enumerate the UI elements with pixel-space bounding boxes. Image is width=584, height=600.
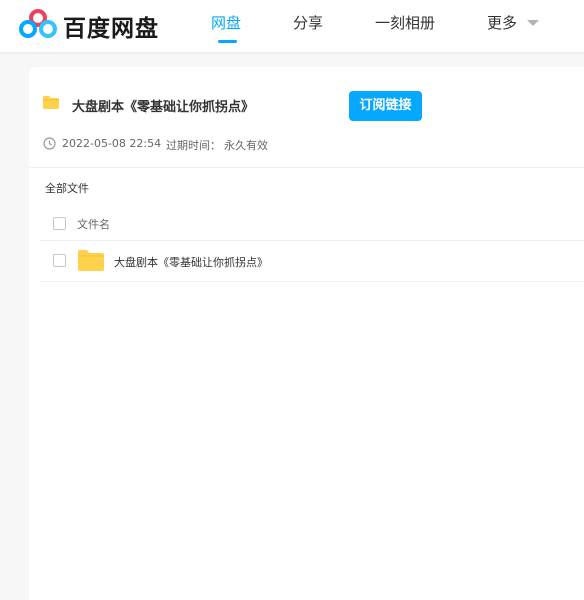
nav-item-more[interactable]: 更多	[487, 12, 517, 33]
expiry-value: 永久有效	[224, 139, 268, 152]
folder-icon	[78, 250, 104, 271]
folder-icon	[43, 96, 59, 109]
breadcrumb[interactable]: 全部文件	[45, 180, 89, 196]
nav-item-album[interactable]: 一刻相册	[375, 12, 435, 33]
nav-active-indicator	[218, 40, 237, 43]
nav-item-share[interactable]: 分享	[293, 12, 323, 33]
file-name-link[interactable]: 大盘剧本《零基础让你抓拐点》	[114, 254, 268, 270]
share-title: 大盘剧本《零基础让你抓拐点》	[72, 100, 255, 115]
divider	[39, 240, 584, 241]
nav-item-netdisk[interactable]: 网盘	[211, 12, 241, 33]
subscribe-link-button[interactable]: 订阅链接	[349, 91, 422, 121]
share-date: 2022-05-08 22:54	[62, 137, 162, 150]
column-header-filename[interactable]: 文件名	[77, 216, 110, 232]
divider	[39, 281, 584, 282]
row-checkbox[interactable]	[53, 254, 66, 267]
brand-name[interactable]: 百度网盘	[63, 9, 159, 43]
share-panel: 大盘剧本《零基础让你抓拐点》 订阅链接 2022-05-08 22:54 过期时…	[29, 67, 584, 600]
select-all-checkbox[interactable]	[53, 217, 66, 230]
divider	[29, 167, 584, 168]
baidu-netdisk-logo-icon[interactable]	[18, 7, 58, 41]
clock-icon	[43, 137, 56, 150]
top-navbar: 百度网盘 网盘 分享 一刻相册 更多	[0, 0, 584, 52]
expiry-label: 过期时间：	[166, 139, 221, 152]
chevron-down-icon[interactable]	[527, 20, 539, 26]
